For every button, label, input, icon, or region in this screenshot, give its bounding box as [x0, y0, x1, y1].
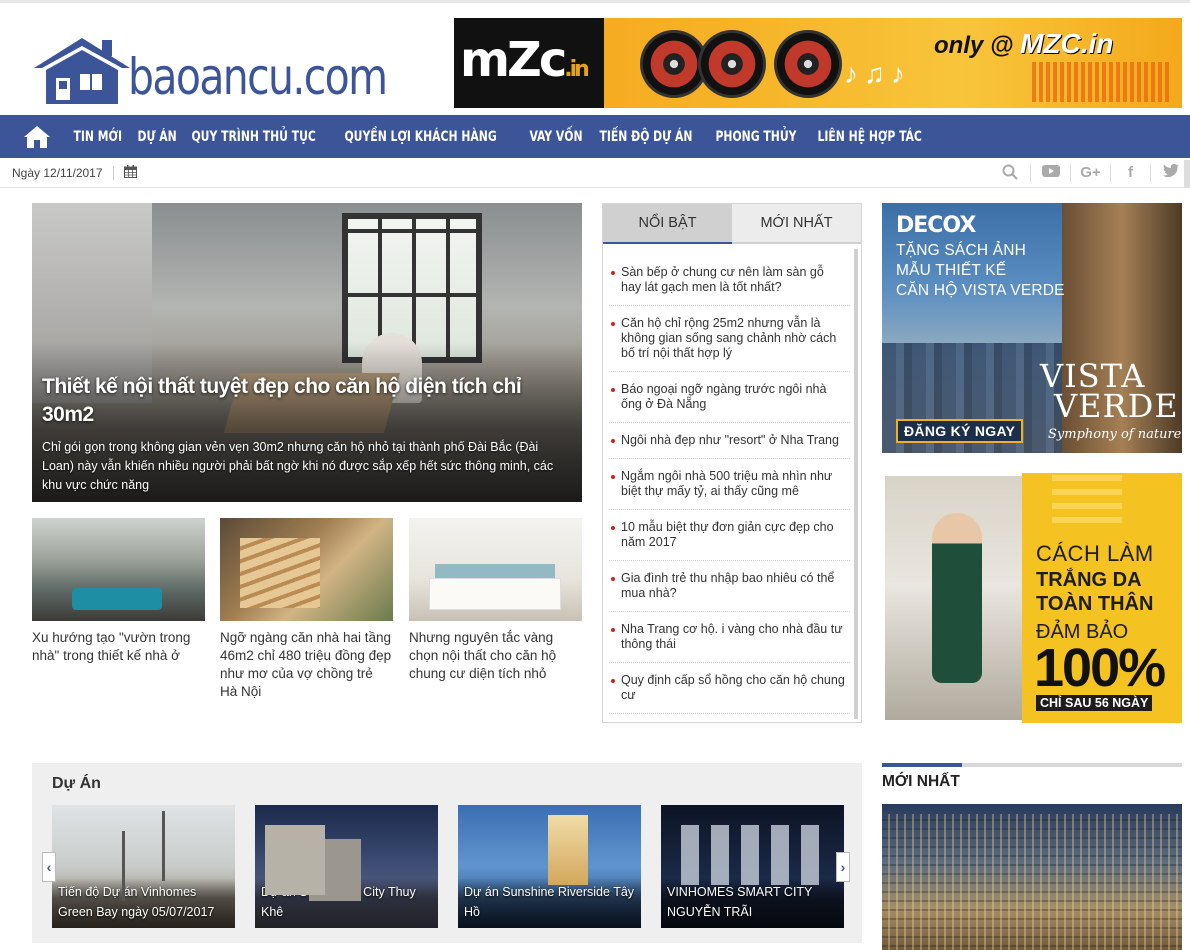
skin-whitening-ad[interactable]: CÁCH LÀM TRẮNG DA TOÀN THÂN ĐẢM BẢO 100%… — [882, 473, 1182, 723]
list-item[interactable]: Quy định cấp sổ hồng cho căn hộ chung cư — [609, 663, 850, 714]
latest-section: MỚI NHẤT — [882, 763, 1182, 950]
top-banner-ad[interactable]: mZc.in ♪♫♪ only @ MZC.in — [454, 18, 1182, 108]
article-thumbnail[interactable] — [409, 518, 582, 621]
banner-brand: mZc.in — [460, 32, 590, 88]
nav-item-quyen-loi[interactable]: QUYỀN LỢI KHÁCH HÀNG — [335, 129, 506, 145]
list-item[interactable]: Gia đình trẻ thu nhập bao nhiêu có thể m… — [609, 561, 850, 612]
banner-brand-box: mZc.in — [454, 18, 604, 108]
equalizer-graphic — [1032, 62, 1172, 102]
section-divider — [882, 763, 1182, 767]
projects-section: Dự Án Tiến độ Dự án Vinhomes Green Bay n… — [32, 763, 862, 943]
list-item[interactable]: Ngôi nhà đẹp như "resort" ở Nha Trang — [609, 423, 850, 459]
nav-item-lien-he[interactable]: LIÊN HỆ HỢP TÁC — [808, 129, 931, 145]
banner-tagline: only @ MZC.in — [934, 28, 1114, 59]
tab-header: NỔI BẬT MỚI NHẤT — [603, 204, 861, 244]
article-title[interactable]: Nhưng nguyên tắc vàng chọn nội thất cho … — [409, 629, 582, 683]
list-item[interactable]: Nha Trang cơ hộ. i vàng cho nhà đầu tư t… — [609, 612, 850, 663]
speaker-icon — [698, 30, 766, 98]
ad-percent: 100% — [1034, 638, 1166, 698]
facebook-icon[interactable]: f — [1110, 164, 1150, 182]
ad-text: TOÀN THÂN — [1036, 593, 1154, 615]
ad-line: CĂN HỘ VISTA VERDE — [896, 282, 1065, 299]
tab-moi-nhat[interactable]: MỚI NHẤT — [732, 204, 861, 244]
scrollbar-thumb[interactable] — [1184, 160, 1190, 188]
nav-item-tien-do[interactable]: TIẾN ĐỘ DỰ ÁN — [590, 129, 702, 145]
article-thumbnail[interactable] — [32, 518, 205, 621]
article-card[interactable]: Nhưng nguyên tắc vàng chọn nội thất cho … — [409, 518, 582, 683]
list-item[interactable]: Ngắm ngôi nhà 500 triệu mà nhìn như biệt… — [609, 459, 850, 510]
ad-badge: CHỈ SAU 56 NGÀY — [1036, 695, 1153, 711]
news-tabs: NỔI BẬT MỚI NHẤT Sàn bếp ở chung cư nên … — [602, 203, 862, 723]
section-title: Dự Án — [52, 775, 101, 792]
carousel-next-button[interactable]: › — [836, 852, 850, 882]
ad-line: MẪU THIẾT KẾ — [896, 262, 1007, 279]
ad-text: CÁCH LÀM — [1036, 541, 1154, 566]
ad-brand: DECOX — [896, 213, 976, 238]
site-header: baoancu.com mZc.in ♪♫♪ only @ MZC.in — [0, 0, 1190, 115]
date-bar: Ngày 12/11/2017 G+ f — [0, 158, 1190, 188]
tab-noi-bat[interactable]: NỔI BẬT — [603, 204, 732, 244]
project-card[interactable]: Tiến độ Dự án Vinhomes Green Bay ngày 05… — [52, 805, 235, 928]
nav-item-tin-moi[interactable]: TIN MỚI — [64, 129, 131, 145]
list-item[interactable]: Sàn bếp ở chung cư nên làm sàn gỗ hay lá… — [609, 255, 850, 306]
search-icon[interactable] — [990, 164, 1030, 182]
youtube-icon[interactable] — [1030, 164, 1070, 182]
nav-item-vay-von[interactable]: VAY VỐN — [520, 129, 592, 145]
ad-model-graphic — [932, 513, 982, 683]
featured-article[interactable]: Thiết kế nội thất tuyệt đẹp cho căn hộ d… — [32, 203, 582, 502]
project-title[interactable]: Dự án Sunshine Riverside Tây Hồ — [458, 878, 641, 928]
tab-article-list[interactable]: Sàn bếp ở chung cư nên làm sàn gỗ hay lá… — [603, 249, 858, 719]
current-date: Ngày 12/11/2017 — [12, 165, 103, 180]
logo-text: baoancu.com — [128, 48, 388, 106]
list-item[interactable]: Căn hộ chỉ rộng 25m2 nhưng vẫn là không … — [609, 306, 850, 372]
project-title[interactable]: Tiến độ Dự án Vinhomes Green Bay ngày 05… — [52, 878, 235, 928]
featured-title[interactable]: Thiết kế nội thất tuyệt đẹp cho căn hộ d… — [42, 373, 562, 429]
calendar-icon[interactable] — [123, 164, 137, 181]
project-card[interactable]: Dự án Sunshine Riverside Tây Hồ — [458, 805, 641, 928]
vista-verde-ad[interactable]: DECOX TẶNG SÁCH ẢNH MẪU THIẾT KẾ CĂN HỘ … — [882, 203, 1182, 453]
divider — [112, 165, 114, 180]
social-links: G+ f — [990, 163, 1190, 182]
list-item[interactable]: Báo ngoại ngỡ ngàng trước ngôi nhà ống ở… — [609, 372, 850, 423]
speaker-icon — [774, 30, 842, 98]
project-title[interactable]: VINHOMES SMART CITY NGUYỄN TRÃI — [661, 878, 844, 928]
article-title[interactable]: Ngỡ ngàng căn nhà hai tầng 46m2 chỉ 480 … — [220, 629, 393, 701]
home-icon[interactable] — [22, 124, 52, 150]
featured-description: Chỉ gói gọn trong không gian vẻn vẹn 30m… — [42, 440, 554, 492]
project-card[interactable]: VINHOMES SMART CITY NGUYỄN TRÃI — [661, 805, 844, 928]
nav-item-quy-trinh[interactable]: QUY TRÌNH THỦ TỤC — [182, 129, 325, 145]
project-card[interactable]: Dự án Sun Grand City Thuy Khê — [255, 805, 438, 928]
article-card[interactable]: Ngỡ ngàng căn nhà hai tầng 46m2 chỉ 480 … — [220, 518, 393, 701]
register-button[interactable]: ĐĂNG KÝ NGAY — [896, 419, 1024, 443]
ad-project-name: VISTA VERDE — [1040, 357, 1179, 425]
google-plus-icon[interactable]: G+ — [1070, 164, 1110, 182]
ad-text: TRẮNG DA — [1036, 569, 1142, 591]
music-notes-icon: ♪♫♪ — [844, 58, 911, 89]
latest-article-thumbnail[interactable] — [882, 804, 1182, 950]
site-logo[interactable]: baoancu.com — [32, 31, 402, 106]
house-logo-icon — [32, 34, 132, 106]
section-title: MỚI NHẤT — [882, 773, 960, 790]
nav-item-du-an[interactable]: DỰ ÁN — [128, 129, 186, 145]
ad-arrows-graphic — [1052, 475, 1122, 525]
carousel-prev-button[interactable]: ‹ — [42, 852, 56, 882]
ad-line: TẶNG SÁCH ẢNH — [896, 242, 1027, 259]
article-card[interactable]: Xu hướng tạo "vườn trong nhà" trong thiế… — [32, 518, 205, 665]
nav-item-phong-thuy[interactable]: PHONG THỦY — [706, 129, 806, 145]
article-title[interactable]: Xu hướng tạo "vườn trong nhà" trong thiế… — [32, 629, 205, 665]
article-thumbnail[interactable] — [220, 518, 393, 621]
list-item[interactable]: 10 mẫu biệt thự đơn giản cực đẹp cho năm… — [609, 510, 850, 561]
main-nav: TIN MỚI DỰ ÁN QUY TRÌNH THỦ TỤC QUYỀN LỢ… — [0, 115, 1190, 158]
project-title[interactable]: Dự án Sun Grand City Thuy Khê — [255, 878, 438, 928]
ad-slogan: Symphony of nature — [1048, 427, 1182, 442]
